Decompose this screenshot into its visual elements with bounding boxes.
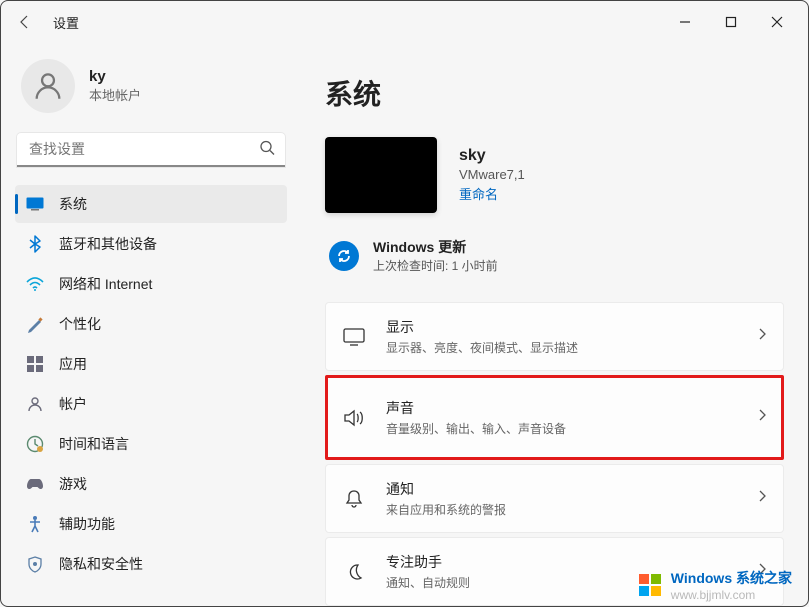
accounts-icon [25, 394, 45, 414]
accessibility-icon [25, 514, 45, 534]
device-name: sky [459, 147, 525, 165]
sidebar-item-label: 时间和语言 [59, 434, 129, 454]
chevron-right-icon [757, 562, 767, 581]
page-title: 系统 [325, 73, 784, 113]
search-icon [259, 140, 275, 161]
focus-assist-icon [342, 560, 366, 584]
sidebar-item-time-language[interactable]: 时间和语言 [15, 425, 287, 463]
gaming-icon [25, 474, 45, 494]
personalization-icon [25, 314, 45, 334]
update-icon [329, 241, 359, 271]
device-thumbnail [325, 137, 437, 213]
sidebar-item-label: 应用 [59, 354, 87, 374]
windows-update-row[interactable]: Windows 更新 上次检查时间: 1 小时前 [325, 237, 784, 274]
setting-card-focus-assist[interactable]: 专注助手 通知、自动规则 [325, 537, 784, 606]
sidebar-item-apps[interactable]: 应用 [15, 345, 287, 383]
sidebar-item-label: 游戏 [59, 474, 87, 494]
chevron-right-icon [757, 408, 767, 427]
sidebar: ky 本地帐户 系统 蓝牙和其他设备 网络和 Internet [1, 43, 301, 606]
card-sub: 显示器、亮度、夜间模式、显示描述 [386, 339, 757, 356]
user-profile[interactable]: ky 本地帐户 [15, 49, 287, 129]
user-account-type: 本地帐户 [89, 85, 141, 104]
network-icon [25, 274, 45, 294]
sidebar-item-bluetooth[interactable]: 蓝牙和其他设备 [15, 225, 287, 263]
close-button[interactable] [754, 6, 800, 38]
setting-card-notifications[interactable]: 通知 来自应用和系统的警报 [325, 464, 784, 533]
card-sub: 音量级别、输出、输入、声音设备 [386, 420, 757, 437]
setting-card-sound[interactable]: 声音 音量级别、输出、输入、声音设备 [325, 375, 784, 460]
apps-icon [25, 354, 45, 374]
search-input[interactable] [17, 133, 285, 167]
search-box [17, 133, 285, 167]
sidebar-item-accounts[interactable]: 帐户 [15, 385, 287, 423]
sidebar-item-gaming[interactable]: 游戏 [15, 465, 287, 503]
titlebar: 设置 [1, 1, 808, 43]
sidebar-item-label: 帐户 [59, 394, 87, 414]
minimize-button[interactable] [662, 6, 708, 38]
time-language-icon [25, 434, 45, 454]
sidebar-item-system[interactable]: 系统 [15, 185, 287, 223]
bluetooth-icon [25, 234, 45, 254]
device-model: VMware7,1 [459, 167, 525, 182]
setting-card-display[interactable]: 显示 显示器、亮度、夜间模式、显示描述 [325, 302, 784, 371]
sidebar-item-label: 系统 [59, 194, 87, 214]
sidebar-item-label: 个性化 [59, 314, 101, 334]
sidebar-item-label: 蓝牙和其他设备 [59, 234, 157, 254]
sidebar-item-personalization[interactable]: 个性化 [15, 305, 287, 343]
sidebar-item-label: 网络和 Internet [59, 274, 152, 294]
update-title: Windows 更新 [373, 237, 498, 257]
sidebar-item-label: 隐私和安全性 [59, 554, 143, 574]
card-title: 通知 [386, 479, 757, 499]
app-title: 设置 [53, 13, 79, 32]
privacy-icon [25, 554, 45, 574]
chevron-right-icon [757, 489, 767, 508]
notifications-icon [342, 487, 366, 511]
sidebar-item-label: 辅助功能 [59, 514, 115, 534]
about-device: sky VMware7,1 重命名 [325, 137, 784, 213]
card-title: 专注助手 [386, 552, 757, 572]
sidebar-item-accessibility[interactable]: 辅助功能 [15, 505, 287, 543]
card-sub: 来自应用和系统的警报 [386, 501, 757, 518]
main-panel: 系统 sky VMware7,1 重命名 Windows 更新 上次检查时间: … [301, 43, 808, 606]
system-icon [25, 194, 45, 214]
update-sub: 上次检查时间: 1 小时前 [373, 257, 498, 274]
user-name: ky [89, 68, 141, 85]
sidebar-item-privacy[interactable]: 隐私和安全性 [15, 545, 287, 583]
rename-link[interactable]: 重命名 [459, 184, 498, 203]
card-title: 显示 [386, 317, 757, 337]
sidebar-item-network[interactable]: 网络和 Internet [15, 265, 287, 303]
back-button[interactable] [9, 6, 41, 38]
sound-icon [342, 406, 366, 430]
avatar [21, 59, 75, 113]
display-icon [342, 325, 366, 349]
chevron-right-icon [757, 327, 767, 346]
card-sub: 通知、自动规则 [386, 574, 757, 591]
maximize-button[interactable] [708, 6, 754, 38]
card-title: 声音 [386, 398, 757, 418]
